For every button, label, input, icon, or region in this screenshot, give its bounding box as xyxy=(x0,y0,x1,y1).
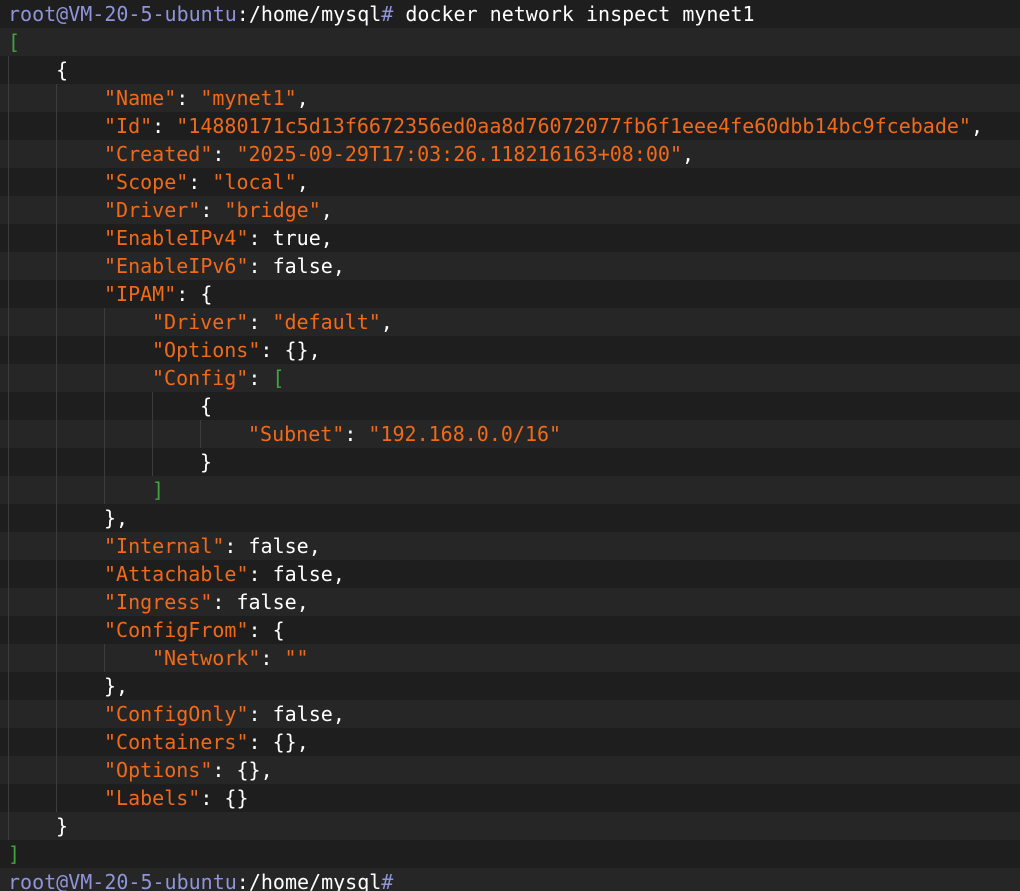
json-value: false xyxy=(248,534,309,558)
json-key: "Attachable" xyxy=(104,562,249,586)
prompt-user-host: root@VM-20-5-ubuntu xyxy=(8,2,237,26)
prompt-symbol: # xyxy=(381,870,394,891)
close-brace: } xyxy=(104,506,117,530)
terminal-line-prompt[interactable]: root@VM-20-5-ubuntu:/home/mysql# xyxy=(0,868,1020,891)
prompt-symbol: # xyxy=(381,2,394,26)
json-value: "" xyxy=(284,646,309,670)
json-line-attachable: "Attachable": false, xyxy=(0,560,1020,588)
json-line: }, xyxy=(0,504,1020,532)
json-key: "Created" xyxy=(104,142,213,166)
open-brace: { xyxy=(200,282,213,306)
json-line-ipam-config: "Config": [ xyxy=(0,364,1020,392)
open-brace: { xyxy=(56,58,69,82)
json-line-internal: "Internal": false, xyxy=(0,532,1020,560)
json-key: "Internal" xyxy=(104,534,225,558)
json-key: "Name" xyxy=(104,86,177,110)
json-line: [ xyxy=(0,28,1020,56)
open-bracket: [ xyxy=(8,30,21,54)
json-value: "local" xyxy=(212,170,297,194)
json-key: "Config" xyxy=(152,366,249,390)
open-bracket: [ xyxy=(272,366,285,390)
open-brace: { xyxy=(272,618,285,642)
json-key: "ConfigFrom" xyxy=(104,618,249,642)
json-key: "Driver" xyxy=(152,310,249,334)
json-line: { xyxy=(0,392,1020,420)
json-line-ipam-driver: "Driver": "default", xyxy=(0,308,1020,336)
json-value: "14880171c5d13f6672356ed0aa8d76072077fb6… xyxy=(176,114,971,138)
json-value: "mynet1" xyxy=(200,86,297,110)
json-key: "Ingress" xyxy=(104,590,213,614)
json-line-network: "Network": "" xyxy=(0,644,1020,672)
json-value: false xyxy=(272,254,333,278)
json-line-enable-ipv6: "EnableIPv6": false, xyxy=(0,252,1020,280)
terminal-window[interactable]: root@VM-20-5-ubuntu:/home/mysql# docker … xyxy=(0,0,1020,891)
json-key: "Scope" xyxy=(104,170,189,194)
json-line: } xyxy=(0,812,1020,840)
json-key: "Containers" xyxy=(104,730,249,754)
json-value: true xyxy=(272,226,321,250)
json-key: "Subnet" xyxy=(248,422,345,446)
command-text: docker network inspect mynet1 xyxy=(393,2,755,26)
json-line: }, xyxy=(0,672,1020,700)
json-key: "Id" xyxy=(104,114,153,138)
close-bracket: ] xyxy=(152,478,165,502)
json-value: "2025-09-29T17:03:26.118216163+08:00" xyxy=(236,142,682,166)
json-key: "IPAM" xyxy=(104,282,177,306)
json-line: } xyxy=(0,448,1020,476)
json-line-scope: "Scope": "local", xyxy=(0,168,1020,196)
json-line-enable-ipv4: "EnableIPv4": true, xyxy=(0,224,1020,252)
json-value: false xyxy=(272,702,333,726)
json-value: "192.168.0.0/16" xyxy=(368,422,562,446)
json-value: false xyxy=(272,562,333,586)
close-brace: } xyxy=(200,450,213,474)
json-value: "bridge" xyxy=(224,198,321,222)
json-key: "EnableIPv6" xyxy=(104,254,249,278)
close-brace: } xyxy=(56,814,69,838)
json-line-created: "Created": "2025-09-29T17:03:26.11821616… xyxy=(0,140,1020,168)
prompt-path: :/home/mysql xyxy=(236,2,382,26)
json-key: "Labels" xyxy=(104,786,201,810)
json-key: "EnableIPv4" xyxy=(104,226,249,250)
json-value: {} xyxy=(236,758,261,782)
json-line-id: "Id": "14880171c5d13f6672356ed0aa8d76072… xyxy=(0,112,1020,140)
json-key: "ConfigOnly" xyxy=(104,702,249,726)
json-value: {} xyxy=(272,730,297,754)
json-key: "Network" xyxy=(152,646,261,670)
json-line: { xyxy=(0,56,1020,84)
json-line-options: "Options": {}, xyxy=(0,756,1020,784)
json-value: {} xyxy=(284,338,309,362)
prompt-user-host: root@VM-20-5-ubuntu xyxy=(8,870,237,891)
json-key: "Options" xyxy=(152,338,261,362)
open-brace: { xyxy=(200,394,213,418)
json-line: ] xyxy=(0,476,1020,504)
json-line-ingress: "Ingress": false, xyxy=(0,588,1020,616)
terminal-cursor[interactable] xyxy=(393,873,403,891)
json-line-containers: "Containers": {}, xyxy=(0,728,1020,756)
json-key: "Driver" xyxy=(104,198,201,222)
json-line-name: "Name": "mynet1", xyxy=(0,84,1020,112)
json-line: ] xyxy=(0,840,1020,868)
json-line-ipam-options: "Options": {}, xyxy=(0,336,1020,364)
json-line-ipam: "IPAM": { xyxy=(0,280,1020,308)
json-key: "Options" xyxy=(104,758,213,782)
json-value: "default" xyxy=(272,310,381,334)
json-line-config-only: "ConfigOnly": false, xyxy=(0,700,1020,728)
terminal-line-command: root@VM-20-5-ubuntu:/home/mysql# docker … xyxy=(0,0,1020,28)
json-value: false xyxy=(236,590,297,614)
json-line-config-from: "ConfigFrom": { xyxy=(0,616,1020,644)
json-line-labels: "Labels": {} xyxy=(0,784,1020,812)
json-line-subnet: "Subnet": "192.168.0.0/16" xyxy=(0,420,1020,448)
json-value: {} xyxy=(224,786,249,810)
prompt-path: :/home/mysql xyxy=(236,870,382,891)
json-line-driver: "Driver": "bridge", xyxy=(0,196,1020,224)
close-brace: } xyxy=(104,674,117,698)
close-bracket: ] xyxy=(8,842,21,866)
